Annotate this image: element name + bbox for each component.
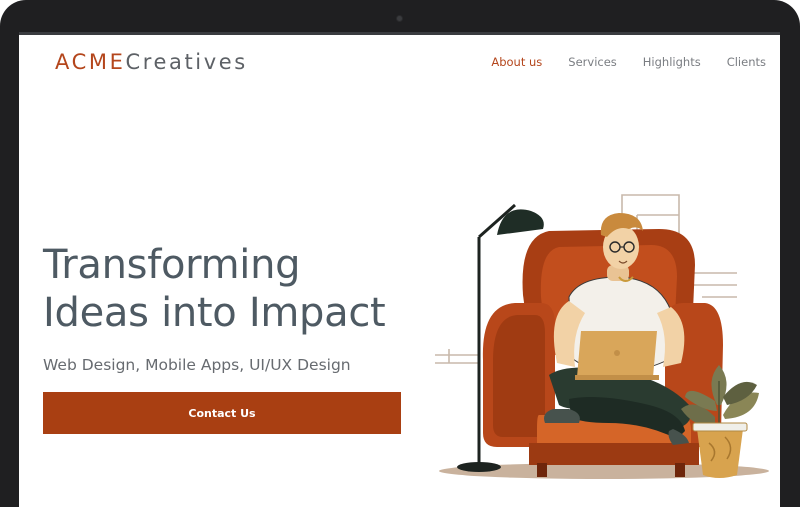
camera-icon	[396, 15, 403, 22]
hero-illustration	[435, 194, 769, 479]
hero-subtitle: Web Design, Mobile Apps, UI/UX Design	[43, 356, 351, 374]
nav-item-about-us[interactable]: About us	[491, 55, 542, 69]
contact-us-button[interactable]: Contact Us	[43, 392, 401, 434]
brand-logo-creatives: Creatives	[125, 50, 248, 74]
hero-headline-line2: Ideas into Impact	[43, 290, 386, 336]
browser-screen: ACMECreatives About us Services Highligh…	[19, 32, 780, 507]
brand-logo-acme: ACME	[55, 50, 126, 74]
laptop-frame: ACMECreatives About us Services Highligh…	[0, 0, 800, 507]
main-nav: About us Services Highlights Clients	[465, 55, 766, 69]
hero-headline: Transforming Ideas into Impact	[43, 241, 423, 337]
nav-item-clients[interactable]: Clients	[727, 55, 766, 69]
nav-item-highlights[interactable]: Highlights	[643, 55, 701, 69]
brand-logo[interactable]: ACMECreatives	[55, 50, 248, 74]
nav-item-services[interactable]: Services	[568, 55, 617, 69]
hero-headline-line1: Transforming	[43, 242, 301, 288]
